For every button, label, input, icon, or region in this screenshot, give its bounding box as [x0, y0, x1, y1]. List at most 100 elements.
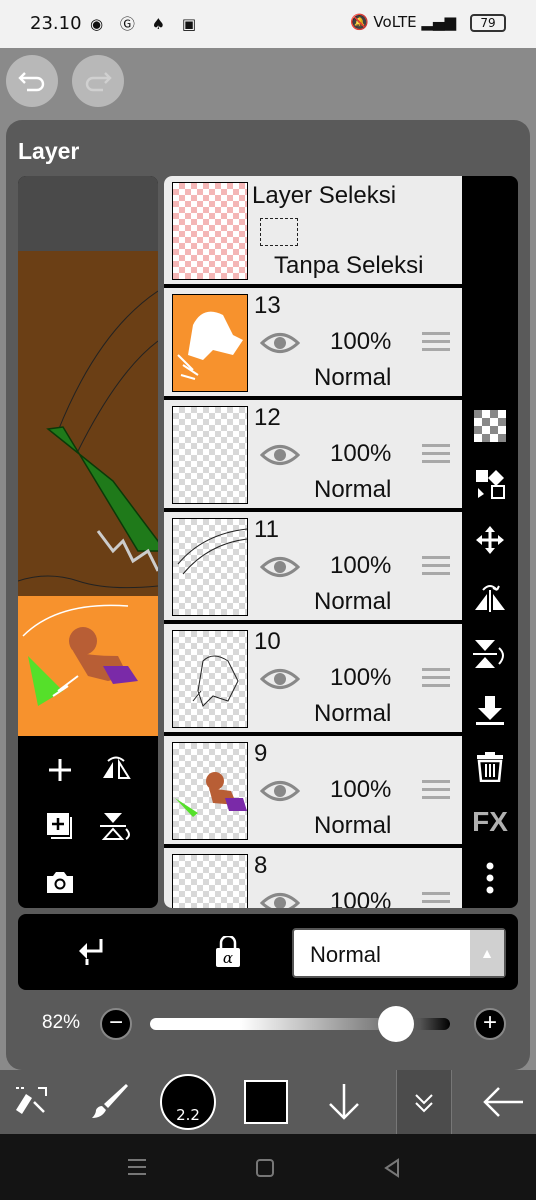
color-swatch-button[interactable]	[244, 1080, 288, 1124]
layer-thumbnail	[172, 854, 248, 908]
drag-handle-icon[interactable]	[422, 332, 450, 354]
layer-number: 9	[254, 740, 268, 767]
selection-status: Tanpa Seleksi	[274, 252, 424, 279]
layer-blend-mode: Normal	[314, 364, 392, 391]
layer-panel-toggle-button[interactable]	[396, 1070, 452, 1134]
drag-handle-icon[interactable]	[422, 556, 450, 578]
layer-row-8[interactable]: 8 100%	[164, 848, 462, 908]
preview-layer-thumbnail	[18, 596, 158, 736]
layer-number: 13	[254, 292, 281, 319]
flip-layer-button[interactable]	[98, 752, 134, 788]
transform-tool-button[interactable]	[10, 1078, 54, 1126]
home-icon[interactable]	[255, 1158, 275, 1178]
undo-button[interactable]	[6, 55, 58, 107]
flip-horizontal-button[interactable]	[472, 580, 508, 616]
layer-blend-mode: Normal	[314, 812, 392, 839]
battery-icon: 79	[470, 14, 506, 32]
layer-opacity: 100%	[330, 440, 392, 467]
drag-handle-icon[interactable]	[422, 892, 450, 908]
selection-thumbnail	[172, 182, 248, 280]
back-button[interactable]	[478, 1078, 528, 1126]
checkerboard-icon	[474, 410, 506, 442]
add-layer-button[interactable]	[42, 752, 78, 788]
flip-vertical-button[interactable]	[472, 636, 508, 672]
selection-layer-row[interactable]: Layer Seleksi Tanpa Seleksi	[164, 176, 462, 284]
back-nav-icon[interactable]	[382, 1158, 402, 1178]
layer-row-13[interactable]: 13 100% Normal	[164, 288, 462, 396]
layer-number: 10	[254, 628, 281, 655]
brush-size-value: 2.2	[176, 1106, 200, 1124]
move-down-button[interactable]	[322, 1078, 366, 1126]
preview-canvas-image[interactable]	[18, 251, 158, 596]
alpha-lock-button[interactable]: α	[210, 934, 246, 970]
merge-down-icon	[476, 696, 504, 725]
layer-list[interactable]: Layer Seleksi Tanpa Seleksi 13 100% Norm…	[164, 176, 462, 908]
opacity-increase-button[interactable]: +	[474, 1008, 506, 1040]
layer-row-12[interactable]: 12 100% Normal	[164, 400, 462, 508]
redo-button[interactable]	[72, 55, 124, 107]
preview-top	[18, 176, 158, 251]
layer-panel: Layer Layer Seleksi Tanpa Seleksi 13 100…	[6, 120, 530, 1070]
eye-icon[interactable]	[260, 664, 300, 694]
layer-opacity: 100%	[330, 888, 392, 908]
delete-layer-button[interactable]	[472, 748, 508, 784]
svg-text:α: α	[223, 949, 233, 967]
layer-row-9[interactable]: 9 100% Normal	[164, 736, 462, 844]
eye-icon[interactable]	[260, 440, 300, 470]
dropdown-arrow-icon: ▲	[470, 930, 504, 976]
blend-mode-value: Normal	[310, 942, 381, 967]
redo-icon	[85, 72, 112, 92]
flip-rotate-icon	[103, 756, 131, 779]
more-options-button[interactable]	[472, 860, 508, 896]
duplicate-icon	[47, 813, 72, 839]
transparency-button[interactable]	[472, 408, 508, 444]
eye-icon[interactable]	[260, 328, 300, 358]
duplicate-layer-button[interactable]	[42, 808, 78, 844]
layer-11-art	[177, 528, 247, 575]
merge-down-button[interactable]	[472, 692, 508, 728]
brush-size-button[interactable]: 2.2	[160, 1074, 216, 1130]
opacity-slider-handle[interactable]	[378, 1006, 414, 1042]
layer-9-art	[175, 772, 247, 817]
fx-icon[interactable]: FX	[470, 804, 510, 840]
preview-figure	[22, 604, 138, 706]
layer-swap-button[interactable]	[472, 466, 508, 502]
camera-button[interactable]	[42, 864, 78, 900]
eye-icon[interactable]	[260, 776, 300, 806]
eye-icon[interactable]	[260, 888, 300, 908]
system-icons: 🔕 VoLTE ▂▄▆	[349, 13, 456, 31]
recent-apps-icon[interactable]	[126, 1158, 148, 1176]
move-button[interactable]	[472, 522, 508, 558]
status-time: 23.10	[30, 13, 82, 34]
trash-icon	[477, 752, 503, 782]
layer-row-11[interactable]: 11 100% Normal	[164, 512, 462, 620]
layer-number: 12	[254, 404, 281, 431]
brush-tool-button[interactable]	[88, 1078, 132, 1126]
clipping-button[interactable]	[72, 934, 108, 970]
chevron-double-down-icon	[415, 1094, 433, 1113]
opacity-decrease-button[interactable]: −	[100, 1008, 132, 1040]
layer-opacity: 100%	[330, 328, 392, 355]
layer-thumbnail	[172, 406, 248, 504]
layer-blend-mode: Normal	[314, 588, 392, 615]
layer-swap-icon	[476, 470, 505, 499]
flip-vertical-layer-button[interactable]	[98, 808, 134, 844]
drag-handle-icon[interactable]	[422, 444, 450, 466]
layer-number: 11	[254, 516, 279, 543]
layer-blend-mode: Normal	[314, 700, 392, 727]
alpha-lock-icon: α	[216, 936, 240, 967]
flip-vertical-icon	[473, 640, 504, 668]
drag-handle-icon[interactable]	[422, 668, 450, 690]
layer-row-10[interactable]: 10 100% Normal	[164, 624, 462, 732]
eye-icon[interactable]	[260, 552, 300, 582]
layer-thumbnail	[172, 742, 248, 840]
blend-mode-select[interactable]: Normal ▲	[292, 928, 506, 978]
layer-10-art	[192, 655, 239, 707]
selection-layer-title: Layer Seleksi	[252, 182, 397, 209]
selection-dashed-icon	[260, 218, 298, 246]
layer-opacity: 100%	[330, 776, 392, 803]
layer-number: 8	[254, 852, 268, 879]
drag-handle-icon[interactable]	[422, 780, 450, 802]
arrow-left-icon	[483, 1087, 523, 1117]
canvas-preview	[18, 176, 158, 908]
